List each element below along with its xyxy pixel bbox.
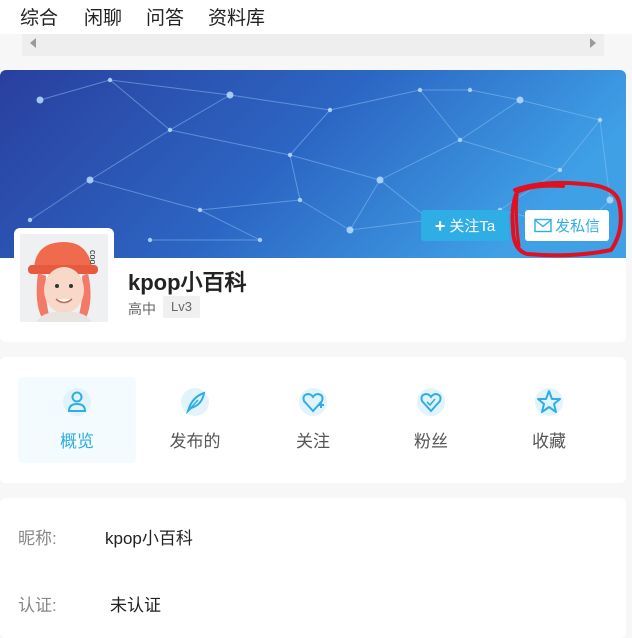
- nav-favorites[interactable]: 收藏: [490, 377, 608, 463]
- nickname-label: 昵称:: [18, 529, 57, 548]
- tab-chat[interactable]: 闲聊: [84, 3, 122, 30]
- message-label: 发私信: [554, 218, 600, 235]
- profile-info: 昵称: kpop小百科 认证: 未认证: [0, 498, 626, 638]
- follow-button[interactable]: + 关注Ta: [421, 210, 509, 241]
- plus-icon: +: [434, 215, 446, 236]
- nav-label: 粉丝: [414, 432, 448, 451]
- follow-label: 关注Ta: [449, 218, 496, 235]
- tab-general[interactable]: 综合: [20, 3, 58, 30]
- avatar-stamp-text: coo: [88, 250, 98, 265]
- avatar[interactable]: coo: [14, 228, 114, 328]
- top-tab-bar: 综合 闲聊 问答 资料库: [0, 0, 632, 34]
- nav-label: 关注: [296, 432, 330, 451]
- nav-fans[interactable]: 粉丝: [372, 377, 490, 463]
- scroll-right-icon[interactable]: [590, 38, 596, 48]
- grade-label: 高中: [128, 301, 156, 317]
- nav-posts[interactable]: 发布的: [136, 377, 254, 463]
- scroll-left-icon[interactable]: [30, 38, 36, 48]
- nickname-value: kpop小百科: [105, 529, 193, 548]
- profile-nav: 概览 发布的 关注 粉丝 收藏: [0, 357, 626, 483]
- send-message-button[interactable]: 发私信: [525, 210, 609, 241]
- certification-value: 未认证: [110, 596, 161, 615]
- username: kpop小百科: [128, 270, 247, 295]
- tab-qa[interactable]: 问答: [146, 3, 184, 30]
- nav-following[interactable]: 关注: [254, 377, 372, 463]
- nav-label: 概览: [60, 432, 94, 451]
- nav-label: 收藏: [532, 432, 566, 451]
- person-icon: [63, 388, 91, 416]
- tab-library[interactable]: 资料库: [208, 3, 265, 30]
- heart-icon: [417, 388, 445, 416]
- star-icon: [535, 388, 563, 416]
- nav-overview[interactable]: 概览: [18, 377, 136, 463]
- heart-plus-icon: [299, 388, 327, 416]
- level-badge: Lv3: [163, 296, 200, 318]
- horizontal-scrollbar[interactable]: [22, 34, 604, 56]
- envelope-icon: [534, 218, 552, 233]
- nav-label: 发布的: [169, 432, 221, 451]
- feather-icon: [181, 388, 209, 416]
- profile-card: + 关注Ta 发私信 coo kpop小百科 高中 Lv3: [0, 70, 626, 342]
- certification-label: 认证:: [18, 596, 57, 615]
